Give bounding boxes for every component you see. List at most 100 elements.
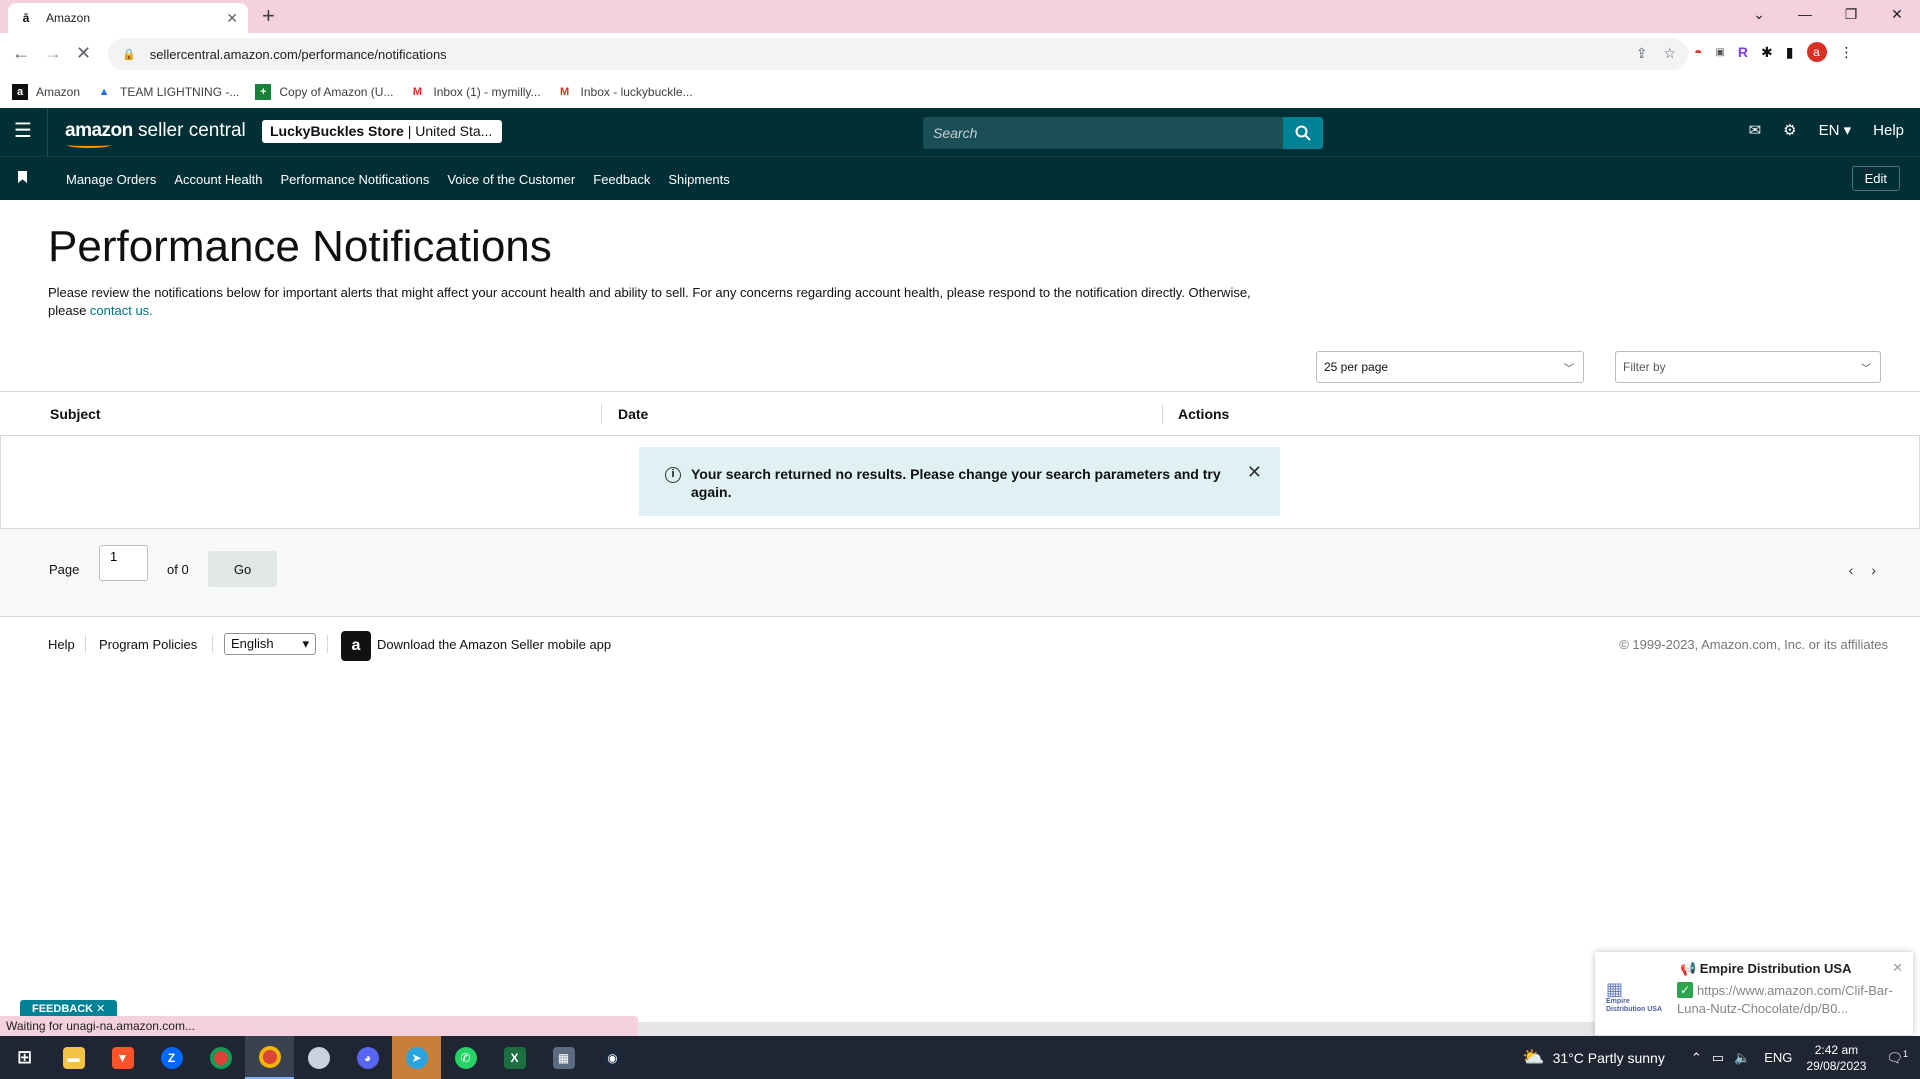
bookmark-item[interactable]: ▲ TEAM LIGHTNING -...	[96, 84, 240, 100]
extension-off-icon[interactable]: ▣	[1715, 47, 1724, 58]
chevron-left-icon[interactable]: ‹	[1849, 562, 1854, 578]
per-page-select[interactable]: 25 per page ﹀	[1316, 351, 1584, 383]
bookmark-item[interactable]: M Inbox - luckybuckle...	[557, 84, 693, 100]
browser-tab[interactable]: ā Amazon ✕	[8, 3, 248, 33]
notifications-icon[interactable]: 🗨1	[1886, 1049, 1908, 1066]
taskbar-file-explorer[interactable]: ▬	[49, 1036, 98, 1079]
page-number-input[interactable]	[99, 545, 148, 581]
extensions-puzzle-icon[interactable]: ✱	[1761, 44, 1773, 61]
back-arrow-icon[interactable]: ←	[12, 41, 30, 65]
nav-shipments[interactable]: Shipments	[668, 172, 729, 187]
column-divider	[1162, 404, 1163, 424]
taskbar-whatsapp[interactable]: ✆	[441, 1036, 490, 1079]
bookmark-item[interactable]: M Inbox (1) - mymilly...	[409, 84, 541, 100]
forward-arrow-icon[interactable]: →	[44, 41, 62, 65]
taskbar-chrome[interactable]	[196, 1036, 245, 1079]
windows-taskbar: ⊞ ▬ ▼ Z ◕ ➤ ✆ X ▦ ◉ ⛅ 31°C Partly sunny …	[0, 1036, 1920, 1079]
restore-button[interactable]: ❐	[1828, 0, 1874, 30]
start-button[interactable]: ⊞	[0, 1036, 49, 1079]
telegram-icon: ➤	[405, 1046, 428, 1069]
nav-manage-orders[interactable]: Manage Orders	[66, 172, 156, 187]
program-policies-link[interactable]: Program Policies	[99, 637, 197, 652]
help-link[interactable]: Help	[1873, 122, 1904, 139]
search-button[interactable]	[1283, 117, 1323, 149]
stop-loading-icon[interactable]: ✕	[76, 41, 91, 65]
extension-r-icon[interactable]: R	[1738, 44, 1748, 60]
browser-toolbar: ← → ✕ 🔒 sellercentral.amazon.com/perform…	[0, 33, 1920, 75]
nav-performance-notifications[interactable]: Performance Notifications	[281, 172, 430, 187]
taskbar-excel[interactable]: X	[490, 1036, 539, 1079]
share-icon[interactable]: ⇪	[1636, 45, 1648, 62]
volume-icon[interactable]: 🔈	[1734, 1050, 1750, 1066]
network-icon[interactable]: ▭	[1712, 1050, 1724, 1066]
brave-icon: ▼	[111, 1046, 134, 1069]
bookmark-star-icon[interactable]: ☆	[1663, 45, 1676, 62]
tab-close-icon[interactable]: ✕	[226, 10, 238, 27]
profile-avatar[interactable]: a	[1806, 42, 1827, 62]
bookmark-icon[interactable]	[18, 171, 27, 183]
weather-widget[interactable]: ⛅ 31°C Partly sunny	[1522, 1047, 1665, 1068]
close-window-button[interactable]: ✕	[1874, 0, 1920, 30]
go-button[interactable]: Go	[208, 551, 277, 587]
nav-account-health[interactable]: Account Health	[174, 172, 262, 187]
extensions-area: ◓ ▣ R ✱ ▮ a ⋮	[1694, 42, 1854, 62]
store-selector[interactable]: LuckyBuckles Store | United Sta...	[262, 120, 502, 143]
contact-us-link[interactable]: contact us.	[90, 303, 153, 318]
column-date[interactable]: Date	[618, 406, 648, 422]
excel-icon: X	[503, 1046, 526, 1069]
taskbar-steam[interactable]: ◉	[588, 1036, 637, 1079]
taskbar-app[interactable]	[294, 1036, 343, 1079]
sheets-icon: +	[255, 83, 272, 100]
taskbar-calculator[interactable]: ▦	[539, 1036, 588, 1079]
footer-language-select[interactable]: English ▾	[224, 633, 316, 655]
bookmark-item[interactable]: + Copy of Amazon (U...	[255, 83, 393, 100]
taskbar-chrome-active[interactable]	[245, 1036, 294, 1079]
footer-help-link[interactable]: Help	[48, 637, 75, 652]
search-input[interactable]	[923, 117, 1283, 149]
input-language[interactable]: ENG	[1764, 1050, 1792, 1065]
column-subject[interactable]: Subject	[50, 406, 101, 422]
calculator-icon: ▦	[552, 1046, 575, 1069]
discord-icon: ◕	[356, 1046, 379, 1069]
seller-app-icon[interactable]: a	[341, 631, 371, 661]
page-count: of 0	[167, 562, 189, 577]
horizontal-scrollbar[interactable]	[638, 1022, 1598, 1036]
new-tab-button[interactable]: +	[262, 4, 275, 28]
seller-central-logo[interactable]: amazon seller central	[65, 120, 246, 148]
close-icon[interactable]: ✕	[1892, 960, 1903, 976]
page-title: Performance Notifications	[48, 222, 552, 271]
filter-by-select[interactable]: Filter by ﹀	[1615, 351, 1881, 383]
info-icon: i	[665, 467, 681, 483]
chevron-right-icon[interactable]: ›	[1871, 562, 1876, 578]
taskbar-zalo[interactable]: Z	[147, 1036, 196, 1079]
extension-notification[interactable]: 📢 Empire Distribution USA ✕ ▦ Empire Dis…	[1595, 952, 1913, 1035]
taskbar-brave[interactable]: ▼	[98, 1036, 147, 1079]
language-selector[interactable]: EN ▾	[1819, 121, 1852, 139]
nav-feedback[interactable]: Feedback	[593, 172, 650, 187]
clock[interactable]: 2:42 am 29/08/2023	[1806, 1042, 1866, 1074]
address-bar[interactable]: 🔒 sellercentral.amazon.com/performance/n…	[108, 38, 1688, 70]
column-actions: Actions	[1178, 406, 1230, 422]
extension-pokeball-icon[interactable]: ◓	[1694, 44, 1702, 60]
taskbar-discord[interactable]: ◕	[343, 1036, 392, 1079]
close-icon[interactable]: ✕	[1247, 463, 1262, 481]
minimize-button[interactable]: —	[1782, 0, 1828, 30]
browser-tab-bar: ā Amazon ✕ + ⌄ — ❐ ✕	[0, 0, 1920, 33]
edit-nav-button[interactable]: Edit	[1851, 166, 1900, 191]
browser-menu-icon[interactable]: ⋮	[1840, 44, 1854, 61]
side-panel-icon[interactable]: ▮	[1786, 44, 1794, 61]
notification-title: 📢 Empire Distribution USA	[1680, 961, 1852, 976]
tab-search-icon[interactable]: ⌄	[1736, 0, 1782, 30]
nav-voice-of-customer[interactable]: Voice of the Customer	[447, 172, 575, 187]
download-app-link[interactable]: Download the Amazon Seller mobile app	[377, 637, 611, 652]
app-icon	[307, 1046, 330, 1069]
bookmark-item[interactable]: a Amazon	[12, 83, 80, 100]
taskbar-telegram[interactable]: ➤	[392, 1036, 441, 1079]
gear-icon[interactable]: ⚙	[1783, 121, 1796, 139]
tray-expand-icon[interactable]: ⌃	[1691, 1050, 1702, 1066]
hamburger-menu-icon[interactable]: ☰	[14, 121, 32, 141]
url-text: sellercentral.amazon.com/performance/not…	[149, 46, 447, 62]
mail-icon[interactable]: ✉	[1749, 121, 1762, 139]
steam-icon: ◉	[601, 1046, 624, 1069]
chevron-down-icon: ﹀	[1564, 364, 1574, 375]
